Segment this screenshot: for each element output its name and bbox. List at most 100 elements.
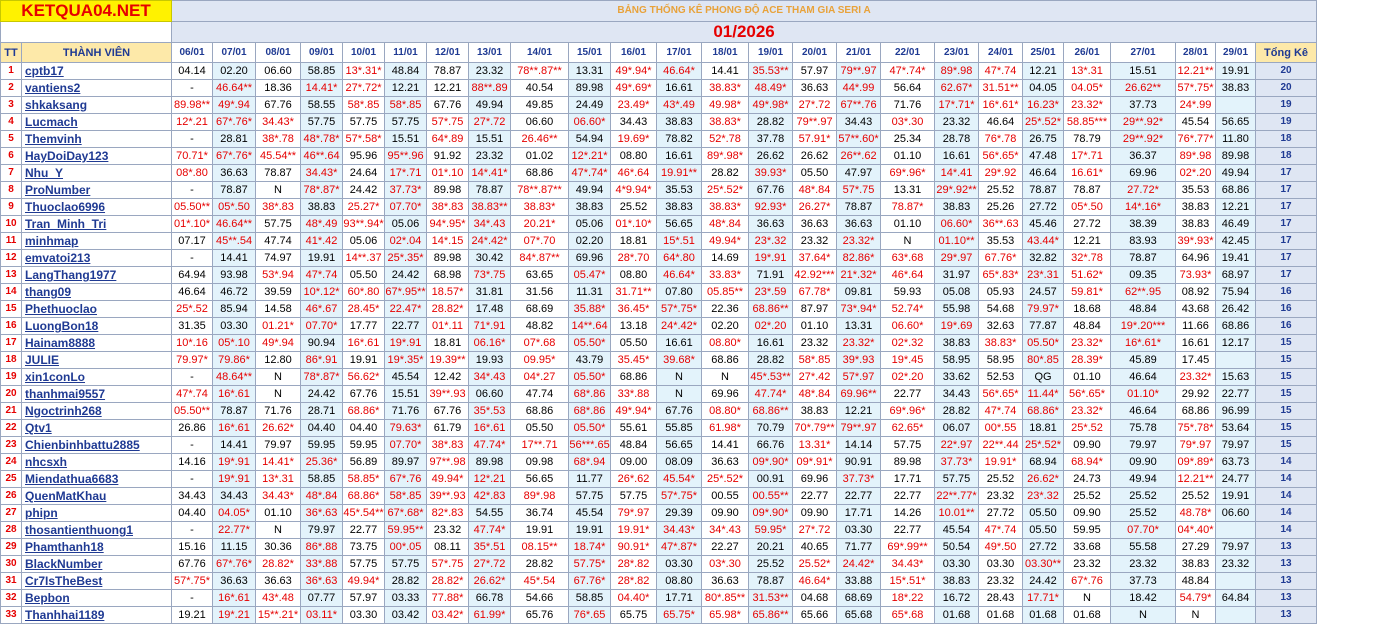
- member-name-link[interactable]: Tran_Minh_Tri: [20, 215, 173, 233]
- member-name-link[interactable]: phipn: [20, 504, 173, 522]
- stat-cell: 57.75: [934, 470, 980, 488]
- member-name-link[interactable]: Themvinh: [20, 130, 173, 148]
- member-name-link[interactable]: Thuoclao6996: [20, 198, 173, 216]
- stat-cell: 78.87: [748, 572, 794, 590]
- stat-cell: 19*.91: [384, 334, 428, 352]
- stat-cell: 19.91: [1215, 487, 1257, 505]
- stat-cell: 25*.52*: [1022, 436, 1065, 454]
- stat-cell: 33.62: [934, 368, 980, 386]
- stat-cell: 01.10: [1063, 368, 1112, 386]
- stat-cell: 07*.70: [510, 232, 570, 250]
- member-name-link[interactable]: nhcsxh: [20, 453, 173, 471]
- stat-cell: 38.83: [656, 113, 703, 131]
- stat-cell: 56***.65: [568, 436, 612, 454]
- stat-cell: 42.45: [1215, 232, 1257, 250]
- stat-cell: 30.36: [255, 538, 302, 556]
- stat-cell: 55.61: [610, 419, 658, 437]
- stat-cell: 36*.63: [300, 504, 344, 522]
- member-name-link[interactable]: cptb17: [20, 62, 173, 80]
- member-name-link[interactable]: xin1conLo: [20, 368, 173, 386]
- member-name-link[interactable]: vantiens2: [20, 79, 173, 97]
- stat-cell: 19.41: [1215, 249, 1257, 267]
- stat-cell: 11.66: [1175, 317, 1217, 335]
- stat-cell: 11.15: [212, 538, 257, 556]
- member-name-link[interactable]: Phethuoclao: [20, 300, 173, 318]
- stat-cell: 68.86: [701, 351, 750, 369]
- stat-cell: 58*.85: [384, 96, 428, 114]
- member-name-link[interactable]: Ngoctrinh268: [20, 402, 173, 420]
- site-logo[interactable]: KETQUA04.NET: [0, 0, 173, 22]
- member-name-link[interactable]: thanhmai9557: [20, 385, 173, 403]
- stat-cell: 25.34: [880, 130, 936, 148]
- member-name-link[interactable]: JULIE: [20, 351, 173, 369]
- member-name-link[interactable]: Qtv1: [20, 419, 173, 437]
- member-name-link[interactable]: HayDoiDay123: [20, 147, 173, 165]
- member-name-link[interactable]: Hainam8888: [20, 334, 173, 352]
- stat-cell: 05.06: [384, 215, 428, 233]
- stat-cell: 01*.11: [426, 317, 470, 335]
- stat-cell: 68.86*: [342, 402, 386, 420]
- member-name-link[interactable]: Miendathua6683: [20, 470, 173, 488]
- member-name-link[interactable]: BlackNumber: [20, 555, 173, 573]
- stat-cell: 37.73*: [934, 453, 980, 471]
- stat-cell: 38.83: [568, 198, 612, 216]
- stat-cell: 68*.86: [568, 385, 612, 403]
- stat-cell: 09*.90*: [748, 504, 794, 522]
- stat-cell: 05.08: [934, 283, 980, 301]
- col-header-date: 06/01: [171, 42, 214, 63]
- stat-cell: 68.94*: [1063, 453, 1112, 471]
- stat-cell: 31.97: [934, 266, 980, 284]
- member-name-link[interactable]: thosantienthuong1: [20, 521, 173, 539]
- stat-cell: 65*.68: [880, 606, 936, 624]
- stat-cell: 31.51**: [978, 79, 1024, 97]
- member-name-link[interactable]: Thanhhai1189: [20, 606, 173, 624]
- stat-cell: 46.64: [1110, 402, 1177, 420]
- member-name-link[interactable]: Chienbinhbattu2885: [20, 436, 173, 454]
- row-number: 18: [0, 351, 22, 369]
- table-row: 29 Phamthanh18 15.16 11.15 30.36 86*.88 73.75 0…: [0, 538, 1318, 556]
- stat-cell: 43.68: [1175, 300, 1217, 318]
- col-header-date: 27/01: [1110, 42, 1177, 63]
- member-name-link[interactable]: thang09: [20, 283, 173, 301]
- stat-cell: 89*.98*: [701, 147, 750, 165]
- member-name-link[interactable]: emvatoi213: [20, 249, 173, 267]
- stat-cell: 93.98: [212, 266, 257, 284]
- stat-cell: 26.86: [171, 419, 214, 437]
- stat-cell: 05.50: [342, 266, 386, 284]
- stat-cell: N: [255, 521, 302, 539]
- stats-table: KETQUA04.NET BẢNG THỐNG KÊ PHONG ĐỘ ACE …: [0, 0, 1318, 624]
- stat-cell: 26.42: [1215, 300, 1257, 318]
- member-name-link[interactable]: LuongBon18: [20, 317, 173, 335]
- member-name-link[interactable]: Bepbon: [20, 589, 173, 607]
- stat-cell: 27.29: [1175, 538, 1217, 556]
- member-name-link[interactable]: Lucmach: [20, 113, 173, 131]
- member-name-link[interactable]: Phamthanh18: [20, 538, 173, 556]
- member-name-link[interactable]: shkaksang: [20, 96, 173, 114]
- stat-cell: 02*.04: [384, 232, 428, 250]
- stat-cell: 09*.91*: [792, 453, 838, 471]
- stat-cell: 68.86: [1175, 402, 1217, 420]
- member-name-link[interactable]: Cr7IsTheBest: [20, 572, 173, 590]
- row-number: 3: [0, 96, 22, 114]
- stat-cell: 25.52: [1175, 487, 1217, 505]
- stat-cell: 26.46**: [510, 130, 570, 148]
- stat-cell: 19.93: [468, 351, 512, 369]
- stat-cell: 04.68: [792, 589, 838, 607]
- stat-cell: [1215, 606, 1257, 624]
- stat-cell: 68.86: [510, 402, 570, 420]
- table-row: 12 emvatoi213-14.41 74.97 19.91 14**.37 25*.3…: [0, 249, 1318, 267]
- member-name-link[interactable]: QuenMatKhau: [20, 487, 173, 505]
- stat-cell: 28.82: [384, 572, 428, 590]
- stat-cell: 29**.92*: [1110, 113, 1177, 131]
- member-name-link[interactable]: Nhu_Y: [20, 164, 173, 182]
- stat-cell: 78**.87**: [510, 181, 570, 199]
- stat-cell: -: [171, 368, 214, 386]
- member-name-link[interactable]: ProNumber: [20, 181, 173, 199]
- member-name-link[interactable]: minhmap: [20, 232, 173, 250]
- stat-cell: N: [1110, 606, 1177, 624]
- stat-cell: 78.79: [1063, 130, 1112, 148]
- stat-cell: 05.50**: [171, 402, 214, 420]
- stat-cell: 56.65: [656, 215, 703, 233]
- table-row: 9 Thuoclao6996 05.50** 05*.50 38*.83 38.83 25.…: [0, 198, 1318, 216]
- member-name-link[interactable]: LangThang1977: [20, 266, 173, 284]
